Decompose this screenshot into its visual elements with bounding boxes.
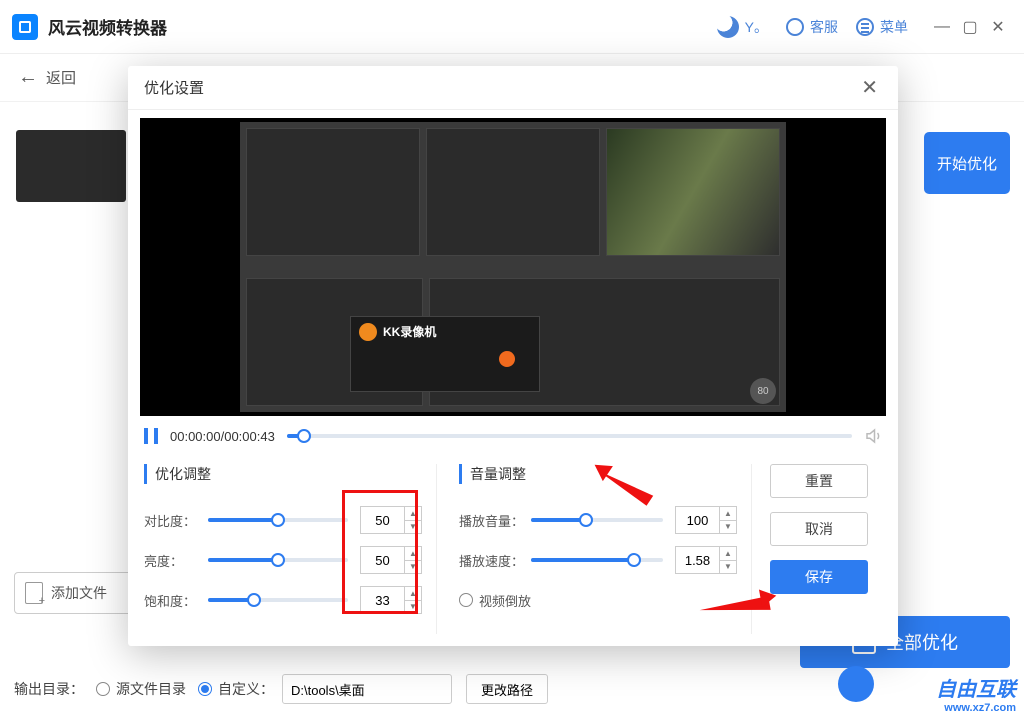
user-name: Y。 bbox=[745, 17, 768, 37]
play-volume-spinner[interactable]: ▲▼ bbox=[719, 506, 737, 534]
kk-recorder-overlay: KK录像机 bbox=[350, 316, 540, 392]
save-button[interactable]: 保存 bbox=[770, 560, 868, 594]
reverse-radio[interactable] bbox=[459, 593, 473, 607]
menu-icon bbox=[856, 18, 874, 36]
custom-dir-label: 自定义： bbox=[218, 679, 274, 699]
output-path-input[interactable] bbox=[282, 674, 452, 704]
minimize-button[interactable]: — bbox=[928, 13, 956, 41]
user-chip[interactable]: Y。 bbox=[717, 16, 768, 38]
app-logo-icon bbox=[12, 14, 38, 40]
zoom-badge: 80 bbox=[750, 378, 776, 404]
modal-title: 优化设置 bbox=[144, 77, 204, 98]
seek-slider[interactable] bbox=[287, 434, 852, 438]
add-file-button[interactable]: 添加文件 bbox=[14, 572, 144, 614]
saturation-label: 饱和度： bbox=[144, 591, 208, 610]
pause-button[interactable] bbox=[144, 428, 158, 444]
reset-button[interactable]: 重置 bbox=[770, 464, 868, 498]
volume-icon[interactable] bbox=[864, 427, 882, 445]
time-display: 00:00:00/00:00:43 bbox=[170, 429, 275, 444]
change-path-button[interactable]: 更改路径 bbox=[466, 674, 548, 704]
source-dir-label: 源文件目录 bbox=[116, 679, 186, 699]
contrast-input[interactable] bbox=[360, 506, 404, 534]
contrast-label: 对比度： bbox=[144, 511, 208, 530]
output-label: 输出目录： bbox=[14, 679, 84, 699]
contrast-spinner[interactable]: ▲▼ bbox=[404, 506, 422, 534]
saturation-slider[interactable] bbox=[208, 598, 348, 602]
play-speed-input[interactable] bbox=[675, 546, 719, 574]
support-link[interactable]: 客服 bbox=[786, 17, 838, 37]
contrast-slider[interactable] bbox=[208, 518, 348, 522]
play-speed-spinner[interactable]: ▲▼ bbox=[719, 546, 737, 574]
arrow-left-icon: ← bbox=[18, 66, 38, 89]
play-speed-label: 播放速度： bbox=[459, 551, 531, 570]
file-plus-icon bbox=[25, 582, 43, 604]
volume-section-title: 音量调整 bbox=[459, 464, 737, 484]
cancel-button[interactable]: 取消 bbox=[770, 512, 868, 546]
brightness-label: 亮度： bbox=[144, 551, 208, 570]
app-title: 风云视频转换器 bbox=[48, 14, 167, 39]
radio-source-dir[interactable] bbox=[96, 682, 110, 696]
avatar-icon bbox=[717, 16, 739, 38]
brightness-spinner[interactable]: ▲▼ bbox=[404, 546, 422, 574]
play-volume-input[interactable] bbox=[675, 506, 719, 534]
watermark-icon bbox=[838, 666, 874, 702]
optimize-settings-modal: 优化设置 ✕ KK录像机 80 00:00:00/00:00:43 优化调整 对… bbox=[128, 66, 898, 646]
maximize-button[interactable]: ▢ bbox=[956, 13, 984, 41]
video-thumbnail[interactable] bbox=[16, 130, 126, 202]
start-optimize-button[interactable]: 开始优化 bbox=[924, 132, 1010, 194]
headset-icon bbox=[786, 18, 804, 36]
optimize-section-title: 优化调整 bbox=[144, 464, 422, 484]
video-preview[interactable]: KK录像机 80 bbox=[140, 118, 886, 416]
brightness-slider[interactable] bbox=[208, 558, 348, 562]
play-volume-label: 播放音量： bbox=[459, 511, 531, 530]
watermark: 自由互联 www.xz7.com bbox=[936, 673, 1016, 714]
menu-link[interactable]: 菜单 bbox=[856, 17, 908, 37]
brightness-input[interactable] bbox=[360, 546, 404, 574]
close-window-button[interactable]: ✕ bbox=[984, 13, 1012, 41]
saturation-spinner[interactable]: ▲▼ bbox=[404, 586, 422, 614]
play-speed-slider[interactable] bbox=[531, 558, 663, 562]
reverse-label: 视频倒放 bbox=[479, 591, 531, 610]
modal-close-button[interactable]: ✕ bbox=[857, 71, 882, 104]
play-volume-slider[interactable] bbox=[531, 518, 663, 522]
title-bar: 风云视频转换器 Y。 客服 菜单 — ▢ ✕ bbox=[0, 0, 1024, 54]
radio-custom-dir[interactable] bbox=[198, 682, 212, 696]
saturation-input[interactable] bbox=[360, 586, 404, 614]
